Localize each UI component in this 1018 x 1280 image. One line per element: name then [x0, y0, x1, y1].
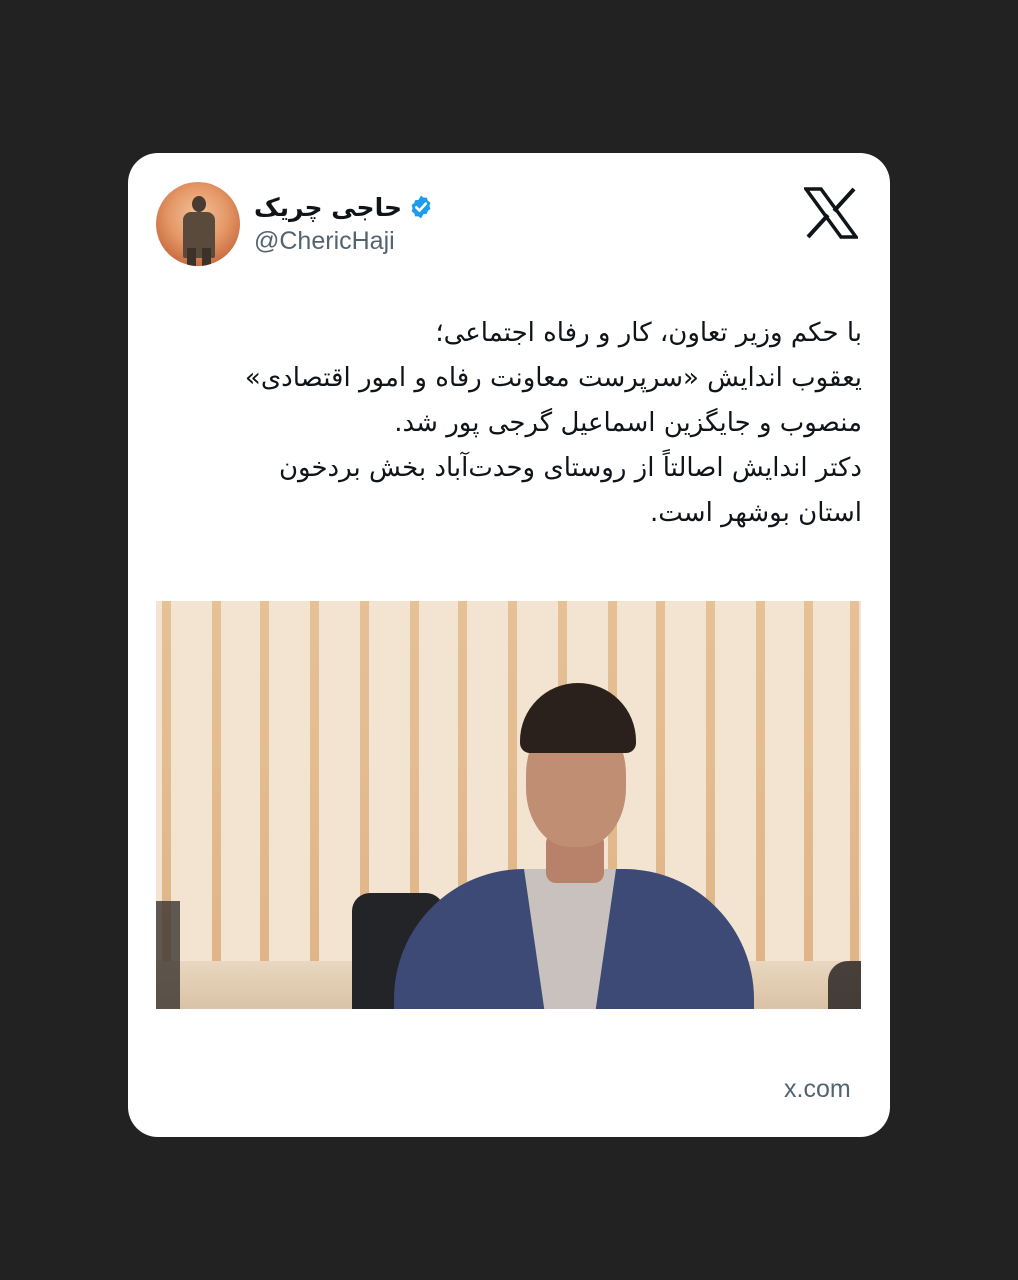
source-domain-link[interactable]: x.com — [784, 1075, 851, 1104]
avatar-figure-head — [192, 196, 206, 212]
tweet-text-line: منصوب و جایگزین اسماعیل گرجی پور شد. — [394, 408, 862, 438]
tweet-text-line: دکتر اندایش اصالتاً از روستای وحدت‌آباد … — [278, 453, 862, 483]
x-logo-icon[interactable] — [804, 187, 858, 239]
tweet-text-line: یعقوب اندایش «سرپرست معاونت رفاه و امور … — [244, 363, 862, 393]
tweet-card[interactable]: حاجی چریک @ChericHaji با حکم وزیر تعاون،… — [128, 153, 890, 1137]
avatar[interactable] — [156, 182, 240, 266]
tweet-photo[interactable] — [156, 601, 861, 1009]
avatar-figure-leg — [187, 248, 196, 266]
person-hair — [520, 683, 636, 753]
photo-edge-shadow — [828, 961, 861, 1009]
tweet-text-line: استان بوشهر است. — [650, 498, 862, 528]
window-blind-slat — [850, 601, 859, 1001]
photo-edge-shadow — [156, 901, 180, 1009]
window-blind-slat — [212, 601, 221, 1001]
display-name[interactable]: حاجی چریک — [254, 193, 402, 222]
verified-badge-icon — [411, 195, 431, 219]
window-blind-slat — [804, 601, 813, 1001]
window-blind-slat — [310, 601, 319, 1001]
tweet-text-line: با حکم وزیر تعاون، کار و رفاه اجتماعی؛ — [435, 318, 862, 348]
tweet-text: با حکم وزیر تعاون، کار و رفاه اجتماعی؛ ی… — [154, 311, 862, 536]
handle[interactable]: @ChericHaji — [254, 227, 395, 256]
avatar-figure-leg — [202, 248, 211, 266]
window-blind-slat — [260, 601, 269, 1001]
author-name-row: حاجی چریک — [254, 189, 434, 225]
window-blind-slat — [756, 601, 765, 1001]
